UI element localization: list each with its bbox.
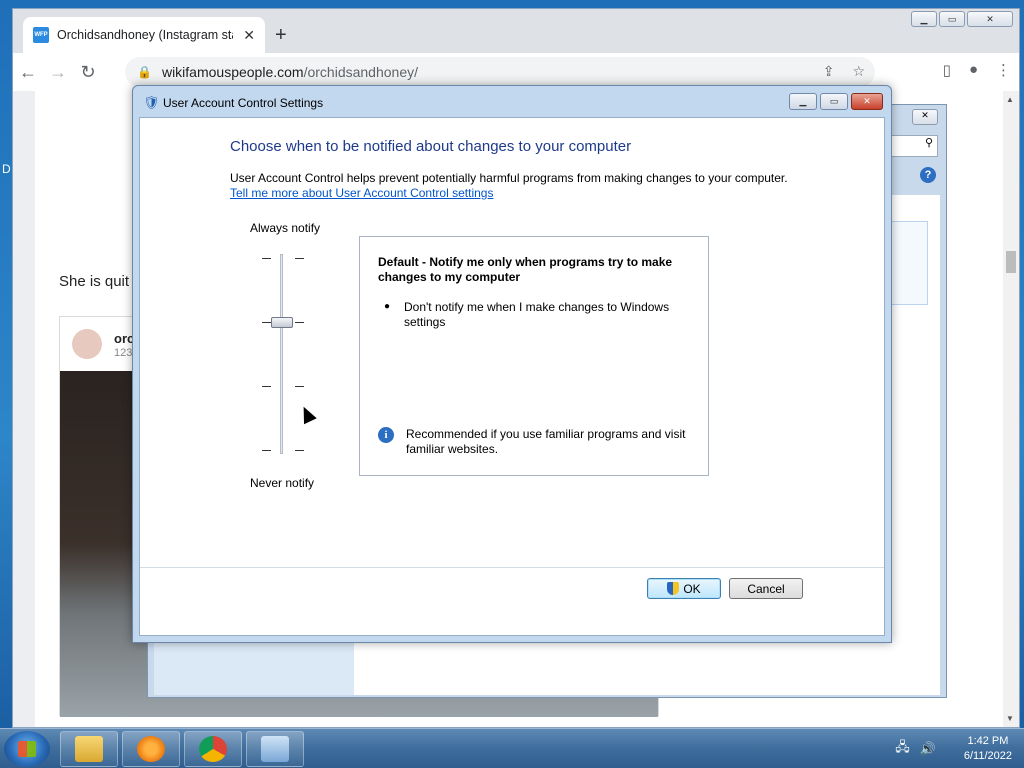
- share-icon[interactable]: ⇪: [823, 63, 835, 80]
- lock-icon: 🔒: [137, 65, 152, 79]
- bookmark-star-icon[interactable]: ☆: [852, 63, 865, 80]
- mouse-cursor-icon: [297, 403, 317, 425]
- url-path: /orchidsandhoney/: [303, 64, 418, 80]
- tab-close-icon[interactable]: ✕: [243, 27, 255, 44]
- clock-date: 6/11/2022: [963, 750, 1012, 762]
- level-recommendation: Recommended if you use familiar programs…: [406, 427, 686, 456]
- bullet-icon: ●: [384, 301, 391, 312]
- slider-bottom-label: Never notify: [250, 476, 315, 490]
- address-bar[interactable]: 🔒 wikifamouspeople.com/orchidsandhoney/ …: [125, 57, 875, 87]
- chrome-taskbar-button[interactable]: [184, 731, 242, 767]
- scroll-up-icon[interactable]: ▲: [1006, 95, 1014, 104]
- page-scrollbar[interactable]: ▲ ▼: [1003, 91, 1019, 727]
- dialog-window-controls: ▁ ▭ ✕: [789, 93, 883, 110]
- browser-window-controls: ▁ ▭ ✕: [911, 11, 1013, 27]
- close-button[interactable]: ✕: [967, 11, 1013, 27]
- menu-icon[interactable]: ⋮: [996, 61, 1011, 79]
- dialog-close-button[interactable]: ✕: [851, 93, 883, 110]
- volume-icon[interactable]: 🔊: [920, 741, 936, 757]
- browser-tab[interactable]: WFP Orchidsandhoney (Instagram sta ✕: [23, 17, 265, 53]
- level-description-box: Default - Notify me only when programs t…: [359, 236, 709, 476]
- slider-tick: [262, 386, 271, 387]
- slider-tick: [295, 322, 304, 323]
- scroll-down-icon[interactable]: ▼: [1006, 714, 1014, 723]
- info-icon: i: [378, 427, 394, 443]
- folder-icon: [75, 736, 103, 762]
- explorer-taskbar-button[interactable]: [60, 731, 118, 767]
- new-tab-button[interactable]: +: [275, 25, 287, 45]
- network-icon[interactable]: 🖧: [895, 738, 910, 760]
- tab-title: Orchidsandhoney (Instagram sta: [57, 28, 233, 42]
- button-divider: [140, 567, 884, 568]
- media-player-taskbar-button[interactable]: [122, 731, 180, 767]
- dialog-description: User Account Control helps prevent poten…: [230, 171, 788, 185]
- profile-icon[interactable]: ●: [969, 61, 978, 79]
- slider-tick: [295, 258, 304, 259]
- dialog-maximize-button[interactable]: ▭: [820, 93, 848, 110]
- dialog-titlebar[interactable]: 🛡 User Account Control Settings ▁ ▭ ✕: [133, 86, 891, 116]
- dialog-minimize-button[interactable]: ▁: [789, 93, 817, 110]
- minimize-button[interactable]: ▁: [911, 11, 937, 27]
- system-tray: 🖧 🔊 1:42 PM 6/11/2022: [895, 733, 1012, 765]
- uac-shield-icon: 🛡: [143, 95, 160, 110]
- dialog-heading: Choose when to be notified about changes…: [230, 138, 632, 155]
- dialog-title: User Account Control Settings: [163, 96, 324, 110]
- ok-button[interactable]: OK: [647, 578, 721, 599]
- forward-icon[interactable]: →: [43, 62, 73, 83]
- maximize-button[interactable]: ▭: [939, 11, 965, 27]
- notification-level-slider[interactable]: [280, 254, 283, 454]
- chrome-icon: [199, 736, 227, 762]
- clock[interactable]: 1:42 PM 6/11/2022: [964, 734, 1012, 764]
- windows-logo-icon: [18, 741, 36, 757]
- level-bullet: Don't notify me when I make changes to W…: [404, 300, 670, 329]
- control-panel-icon: [261, 736, 289, 762]
- desktop-edge-text: D: [2, 162, 11, 176]
- side-panel-icon[interactable]: ▯: [943, 61, 951, 79]
- control-panel-side-box: [888, 221, 928, 305]
- shield-icon: [667, 582, 680, 595]
- article-text: She is quit: [59, 273, 130, 290]
- dialog-content: Choose when to be notified about changes…: [139, 117, 885, 636]
- url-host: wikifamouspeople.com: [161, 64, 304, 80]
- slider-tick: [262, 450, 271, 451]
- reload-icon[interactable]: ↻: [73, 62, 103, 83]
- level-title: Default - Notify me only when programs t…: [378, 255, 673, 284]
- control-panel-taskbar-button[interactable]: [246, 731, 304, 767]
- slider-top-label: Always notify: [250, 221, 321, 235]
- url-text[interactable]: wikifamouspeople.com/orchidsandhoney/: [162, 64, 418, 80]
- slider-tick: [295, 386, 304, 387]
- slider-thumb[interactable]: [271, 317, 293, 328]
- page-margin: [13, 91, 35, 727]
- start-button[interactable]: [4, 731, 50, 767]
- slider-tick: [295, 450, 304, 451]
- cancel-button[interactable]: Cancel: [729, 578, 803, 599]
- clock-time: 1:42 PM: [967, 735, 1009, 747]
- ok-label: OK: [683, 581, 701, 596]
- instagram-subtitle: 123: [114, 347, 133, 359]
- control-panel-search-icon[interactable]: ⚲: [888, 135, 938, 157]
- media-player-icon: [137, 736, 165, 762]
- help-icon[interactable]: ?: [920, 167, 936, 183]
- toolbar-right: ▯ ● ⋮: [943, 61, 1011, 79]
- scroll-thumb[interactable]: [1006, 251, 1016, 273]
- control-panel-close-button[interactable]: ✕: [912, 109, 938, 125]
- learn-more-link[interactable]: Tell me more about User Account Control …: [230, 186, 493, 200]
- back-icon[interactable]: ←: [13, 62, 43, 83]
- tab-strip: WFP Orchidsandhoney (Instagram sta ✕ + ▁…: [13, 9, 1019, 53]
- slider-tick: [262, 322, 271, 323]
- site-favicon-icon: WFP: [33, 27, 49, 43]
- avatar[interactable]: [72, 329, 102, 359]
- omnibox-actions: ⇪ ☆: [823, 63, 865, 80]
- slider-tick: [262, 258, 271, 259]
- uac-settings-dialog: 🛡 User Account Control Settings ▁ ▭ ✕ Ch…: [132, 85, 892, 643]
- taskbar: 🖧 🔊 1:42 PM 6/11/2022: [0, 728, 1024, 768]
